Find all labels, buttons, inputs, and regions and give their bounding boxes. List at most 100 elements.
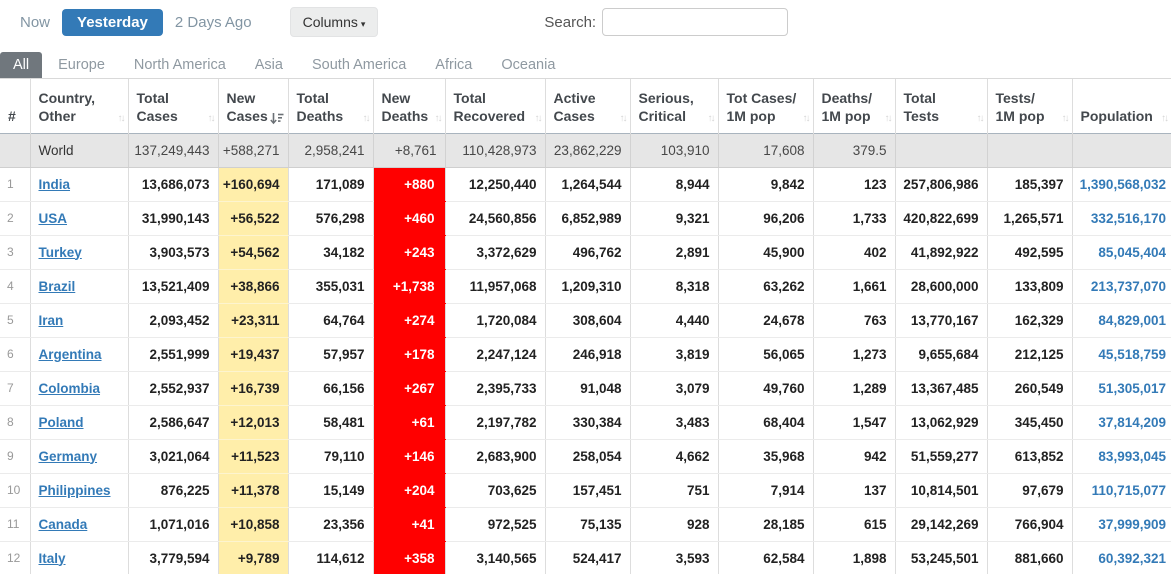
new-deaths-cell: +204: [373, 473, 445, 507]
tab-asia[interactable]: Asia: [242, 52, 296, 78]
total-tests-cell: 41,892,922: [895, 235, 987, 269]
country-link[interactable]: Argentina: [39, 347, 102, 362]
total-deaths-cell: 576,298: [288, 201, 373, 235]
country-link[interactable]: Brazil: [39, 279, 76, 294]
tab-oceania[interactable]: Oceania: [488, 52, 568, 78]
country-link[interactable]: Iran: [39, 313, 64, 328]
header-label: Tests/: [996, 89, 1064, 107]
new-deaths-cell: +274: [373, 303, 445, 337]
row-rank: 6: [0, 337, 30, 371]
columns-label: Columns: [303, 14, 358, 30]
sort-icon: ↑↓: [435, 112, 441, 125]
total-deaths-cell: 34,182: [288, 235, 373, 269]
sort-icon: ↑↓: [363, 112, 369, 125]
header-label: Critical: [639, 107, 710, 125]
yesterday-button[interactable]: Yesterday: [62, 9, 163, 36]
table-row: 5 Iran 2,093,452 +23,311 64,764 +274 1,7…: [0, 303, 1171, 337]
new-deaths-cell: +178: [373, 337, 445, 371]
column-header-tests-1m-pop[interactable]: Tests/1M pop↑↓: [987, 79, 1072, 133]
total-cases-cell: 1,071,016: [128, 507, 218, 541]
deaths-1m-cell: 1,547: [813, 405, 895, 439]
tot-cases-1m-cell: 68,404: [718, 405, 813, 439]
now-button[interactable]: Now: [10, 9, 60, 36]
tab-all[interactable]: All: [0, 52, 42, 78]
world-active-cases: 23,862,229: [545, 133, 630, 167]
sort-icon: ↑↓: [535, 112, 541, 125]
new-cases-cell: +23,311: [218, 303, 288, 337]
table-row: 6 Argentina 2,551,999 +19,437 57,957 +17…: [0, 337, 1171, 371]
column-header-total-cases[interactable]: TotalCases↑↓: [128, 79, 218, 133]
column-header-country-other[interactable]: Country,Other↑↓: [30, 79, 128, 133]
search-input[interactable]: [602, 8, 788, 36]
country-link[interactable]: India: [39, 177, 71, 192]
country-cell: India: [30, 167, 128, 201]
column-header-new-deaths[interactable]: NewDeaths↑↓: [373, 79, 445, 133]
deaths-1m-cell: 1,289: [813, 371, 895, 405]
deaths-1m-cell: 1,733: [813, 201, 895, 235]
total-recovered-cell: 11,957,068: [445, 269, 545, 303]
column-header-total-tests[interactable]: TotalTests↑↓: [895, 79, 987, 133]
country-link[interactable]: USA: [39, 211, 68, 226]
column-header-new-cases[interactable]: NewCases: [218, 79, 288, 133]
tab-north-america[interactable]: North America: [121, 52, 239, 78]
country-link[interactable]: Colombia: [39, 381, 101, 396]
tab-south-america[interactable]: South America: [299, 52, 419, 78]
population-cell: 60,392,321: [1072, 541, 1171, 574]
time-toolbar: Now Yesterday 2 Days Ago Columns▾ Search…: [0, 0, 1171, 42]
tot-cases-1m-cell: 49,760: [718, 371, 813, 405]
tot-cases-1m-cell: 96,206: [718, 201, 813, 235]
column-header-active-cases[interactable]: ActiveCases↑↓: [545, 79, 630, 133]
deaths-1m-cell: 1,898: [813, 541, 895, 574]
world-new-deaths: +8,761: [373, 133, 445, 167]
tab-africa[interactable]: Africa: [422, 52, 485, 78]
country-link[interactable]: Poland: [39, 415, 84, 430]
header-label: 1M pop: [996, 107, 1064, 125]
row-rank: 1: [0, 167, 30, 201]
world-serious-critical: 103,910: [630, 133, 718, 167]
table-row: 1 India 13,686,073 +160,694 171,089 +880…: [0, 167, 1171, 201]
row-rank: 2: [0, 201, 30, 235]
tests-1m-cell: 613,852: [987, 439, 1072, 473]
total-tests-cell: 9,655,684: [895, 337, 987, 371]
column-header-tot-cases-1m-pop[interactable]: Tot Cases/1M pop↑↓: [718, 79, 813, 133]
column-header-population[interactable]: Population↑↓: [1072, 79, 1171, 133]
world-new-cases: +588,271: [218, 133, 288, 167]
total-recovered-cell: 972,525: [445, 507, 545, 541]
tests-1m-cell: 97,679: [987, 473, 1072, 507]
column-header-deaths-1m-pop[interactable]: Deaths/1M pop↑↓: [813, 79, 895, 133]
total-deaths-cell: 171,089: [288, 167, 373, 201]
tests-1m-cell: 345,450: [987, 405, 1072, 439]
country-link[interactable]: Germany: [39, 449, 98, 464]
column-header-total-recovered[interactable]: TotalRecovered↑↓: [445, 79, 545, 133]
population-cell: 51,305,017: [1072, 371, 1171, 405]
total-cases-cell: 3,779,594: [128, 541, 218, 574]
table-row: 10 Philippines 876,225 +11,378 15,149 +2…: [0, 473, 1171, 507]
active-cases-cell: 524,417: [545, 541, 630, 574]
country-link[interactable]: Canada: [39, 517, 88, 532]
total-deaths-cell: 64,764: [288, 303, 373, 337]
total-cases-cell: 3,903,573: [128, 235, 218, 269]
header-label: Country,: [39, 89, 120, 107]
two-days-ago-button[interactable]: 2 Days Ago: [165, 9, 262, 36]
columns-dropdown-button[interactable]: Columns▾: [290, 7, 379, 37]
serious-critical-cell: 3,483: [630, 405, 718, 439]
header-label: #: [8, 107, 22, 125]
tests-1m-cell: 766,904: [987, 507, 1072, 541]
total-recovered-cell: 2,683,900: [445, 439, 545, 473]
country-link[interactable]: Italy: [39, 551, 66, 566]
serious-critical-cell: 928: [630, 507, 718, 541]
population-cell: 83,993,045: [1072, 439, 1171, 473]
population-cell: 37,814,209: [1072, 405, 1171, 439]
column-header-total-deaths[interactable]: TotalDeaths↑↓: [288, 79, 373, 133]
row-rank: 11: [0, 507, 30, 541]
country-cell: USA: [30, 201, 128, 235]
total-tests-cell: 53,245,501: [895, 541, 987, 574]
country-link[interactable]: Philippines: [39, 483, 111, 498]
tests-1m-cell: 185,397: [987, 167, 1072, 201]
new-deaths-cell: +460: [373, 201, 445, 235]
total-cases-cell: 2,093,452: [128, 303, 218, 337]
tab-europe[interactable]: Europe: [45, 52, 118, 78]
column-header-serious-critical[interactable]: Serious,Critical↑↓: [630, 79, 718, 133]
serious-critical-cell: 4,662: [630, 439, 718, 473]
country-link[interactable]: Turkey: [39, 245, 82, 260]
